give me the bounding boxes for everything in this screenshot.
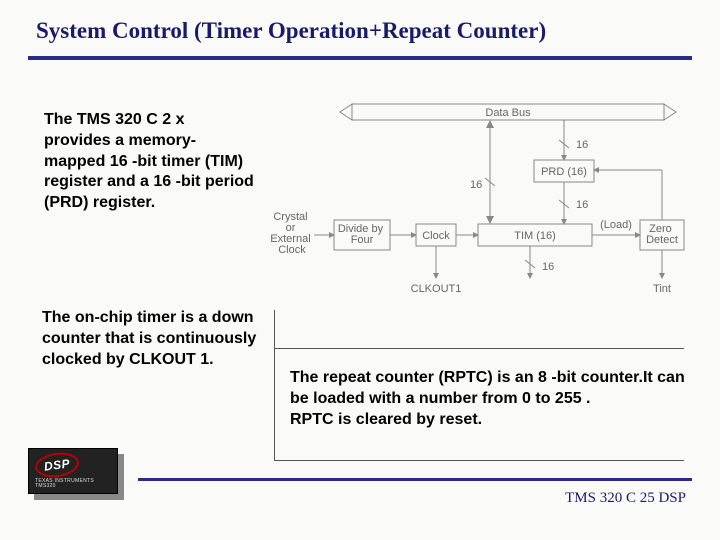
- label-bits-upper: 16: [576, 139, 588, 151]
- footer-text: TMS 320 C 25 DSP: [565, 490, 686, 507]
- logo-dsp-text: DSP: [43, 456, 71, 474]
- ti-dsp-logo: DSP TEXAS INSTRUMENTS TMS320: [28, 448, 124, 500]
- label-bits-mid-left: 16: [470, 179, 482, 191]
- label-bits-lower: 16: [542, 261, 554, 273]
- paragraph-3: The repeat counter (RPTC) is an 8 -bit c…: [290, 368, 690, 430]
- divider-h-upper: [274, 348, 684, 349]
- timer-block-diagram: Data Bus 16 PRD (16) 16 16 Crystal or Ex…: [268, 100, 698, 310]
- divider-vertical: [274, 310, 275, 460]
- label-clock: Clock: [422, 230, 450, 242]
- divider-h-lower: [274, 460, 684, 461]
- label-bits-mid-right: 16: [576, 199, 588, 211]
- label-load: (Load): [600, 219, 632, 231]
- slide-title: System Control (Timer Operation+Repeat C…: [36, 18, 546, 44]
- footer-rule: [138, 478, 692, 481]
- label-clkout1: CLKOUT1: [411, 283, 462, 295]
- title-underline: [28, 56, 692, 60]
- paragraph-2: The on-chip timer is a down counter that…: [42, 308, 262, 370]
- label-divide: Divide by Four: [338, 223, 386, 246]
- label-data-bus: Data Bus: [485, 107, 531, 119]
- logo-ti-line2: TMS320: [35, 483, 56, 489]
- label-tint: Tint: [653, 283, 671, 295]
- paragraph-1: The TMS 320 C 2 x provides a memory-mapp…: [44, 110, 254, 214]
- label-input-source: Crystal or External Clock: [270, 211, 313, 256]
- label-tim: TIM (16): [514, 230, 556, 242]
- label-prd: PRD (16): [541, 166, 587, 178]
- label-zero-detect: Zero Detect: [646, 223, 678, 246]
